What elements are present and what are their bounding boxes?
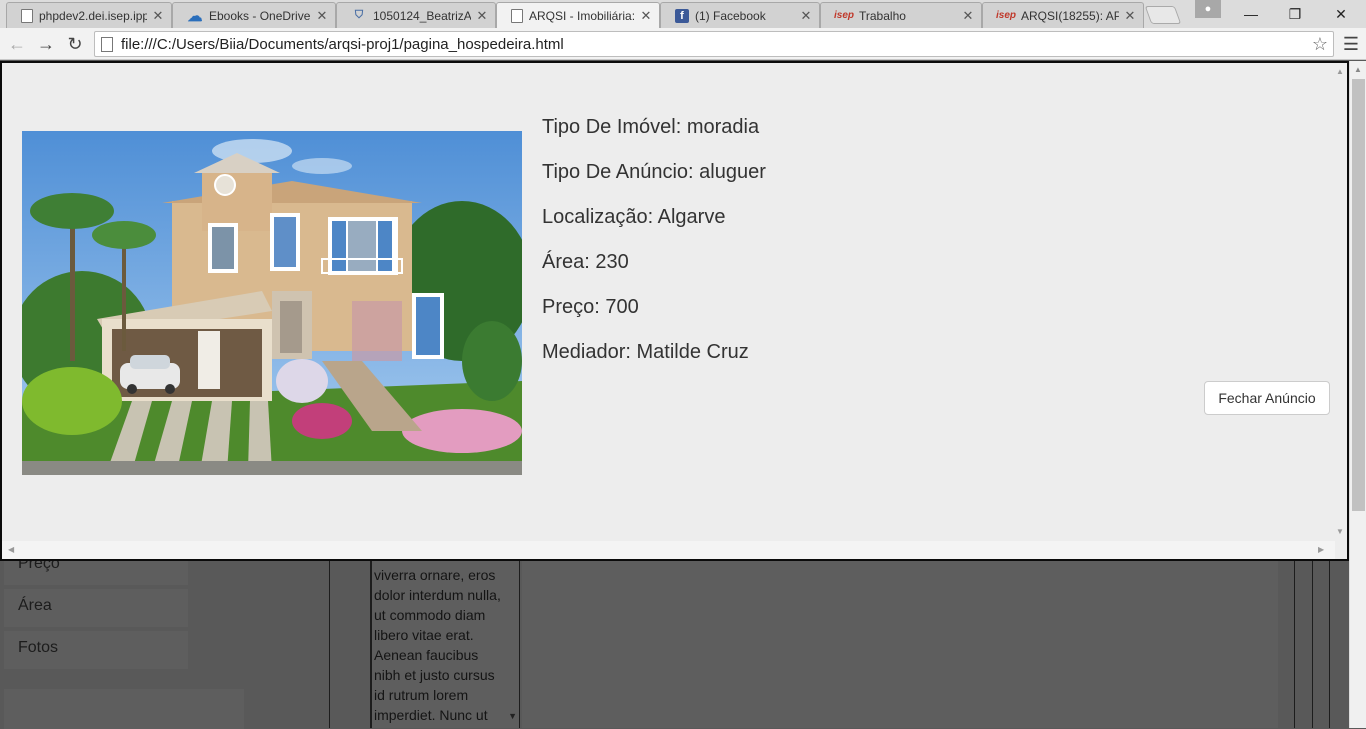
tab-onedrive[interactable]: ☁ Ebooks - OneDrive ✕ [172, 2, 336, 28]
minimize-icon[interactable]: — [1228, 0, 1274, 28]
close-listing-button[interactable]: Fechar Anúncio [1204, 381, 1330, 415]
detail-mediador: Mediador: Matilde Cruz [542, 341, 749, 363]
scroll-down-icon[interactable]: ▼ [508, 706, 517, 726]
reload-icon[interactable]: ↻ [62, 31, 88, 57]
detail-tipo-imovel: Tipo De Imóvel: moradia [542, 116, 760, 138]
bookmark-star-icon[interactable]: ☆ [1307, 34, 1333, 55]
forward-icon[interactable]: → [33, 31, 59, 57]
tab-title: ARQSI - Imobiliária: [529, 8, 635, 23]
scrollbar-thumb[interactable] [1352, 79, 1365, 511]
scroll-right-icon[interactable]: ▶ [1318, 545, 1324, 554]
column-divider [329, 561, 330, 728]
page-icon [101, 36, 113, 52]
tab-facebook[interactable]: f (1) Facebook ✕ [660, 2, 820, 28]
document-icon [21, 8, 33, 23]
column-divider [1294, 561, 1295, 728]
house-photo [22, 131, 522, 475]
scroll-up-icon[interactable]: ▲ [1336, 67, 1344, 76]
facebook-icon: f [675, 8, 689, 23]
column-divider [1312, 561, 1313, 728]
tab-arqsi-imobiliaria[interactable]: ARQSI - Imobiliária: ✕ [496, 2, 660, 28]
scroll-up-icon[interactable]: ▲ [1354, 65, 1362, 74]
scroll-left-icon[interactable]: ◀ [8, 545, 14, 554]
close-tab-icon[interactable]: ✕ [151, 8, 165, 24]
close-tab-icon[interactable]: ✕ [475, 8, 489, 24]
close-tab-icon[interactable]: ✕ [315, 8, 329, 24]
close-window-icon[interactable]: ✕ [1318, 0, 1364, 28]
tab-title: (1) Facebook [695, 8, 766, 23]
tab-title: Trabalho [859, 8, 906, 23]
tab-title: phpdev2.dei.isep.ipp [39, 8, 147, 23]
new-tab-button[interactable] [1144, 6, 1182, 24]
tab-phpdev2[interactable]: phpdev2.dei.isep.ipp ✕ [6, 2, 172, 28]
listing-details: Tipo De Imóvel: moradia Tipo De Anúncio:… [542, 113, 766, 383]
close-tab-icon[interactable]: ✕ [1123, 8, 1137, 24]
close-tab-icon[interactable]: ✕ [799, 8, 813, 24]
menu-icon[interactable]: ☰ [1340, 32, 1362, 56]
browser-toolbar: ← → ↻ file:///C:/Users/Biia/Documents/ar… [0, 28, 1366, 60]
modal-vertical-scrollbar[interactable]: ▲ ▼ [1333, 63, 1347, 541]
sidebar-item-area[interactable]: Área [4, 589, 188, 627]
detail-localizacao: Localização: Algarve [542, 206, 726, 228]
profile-icon[interactable]: ● [1195, 0, 1221, 18]
close-tab-icon[interactable]: ✕ [639, 8, 653, 24]
address-bar[interactable]: file:///C:/Users/Biia/Documents/arqsi-pr… [94, 31, 1334, 57]
address-url[interactable]: file:///C:/Users/Biia/Documents/arqsi-pr… [121, 36, 1307, 53]
content-panel [522, 561, 1278, 728]
document-icon [511, 8, 523, 23]
close-tab-icon[interactable]: ✕ [961, 8, 975, 24]
isep-icon: isep [996, 10, 1017, 21]
tab-title: ARQSI(18255): API Ir [1021, 8, 1119, 23]
tab-beatriz[interactable]: ⛉ 1050124_BeatrizAma ✕ [336, 2, 496, 28]
column-divider [1329, 561, 1330, 728]
description-text: viverra ornare, eros dolor interdum null… [370, 561, 520, 728]
tab-trabalho[interactable]: isep Trabalho ✕ [820, 2, 982, 28]
cloud-icon: ☁ [187, 7, 203, 25]
sidebar-empty-block [4, 689, 244, 729]
detail-preco: Preço: 700 [542, 296, 639, 318]
restore-icon[interactable]: ❐ [1272, 0, 1318, 28]
shield-icon: ⛉ [354, 9, 364, 21]
detail-area: Área: 230 [542, 251, 629, 273]
tab-title: Ebooks - OneDrive [209, 8, 311, 23]
back-icon[interactable]: ← [4, 31, 30, 57]
description-paragraph: viverra ornare, eros dolor interdum null… [374, 567, 501, 723]
page-scrollbar[interactable]: ▲ [1349, 61, 1366, 728]
tab-arqsi-api[interactable]: isep ARQSI(18255): API Ir ✕ [982, 2, 1144, 28]
sidebar-item-fotos[interactable]: Fotos [4, 631, 188, 669]
detail-tipo-anuncio: Tipo De Anúncio: aluguer [542, 161, 766, 183]
scroll-down-icon[interactable]: ▼ [1336, 527, 1344, 536]
isep-icon: isep [834, 10, 855, 21]
tab-strip: phpdev2.dei.isep.ipp ✕ ☁ Ebooks - OneDri… [0, 0, 1366, 28]
modal-horizontal-scrollbar[interactable]: ◀ ▶ [2, 541, 1335, 559]
listing-modal: Tipo De Imóvel: moradia Tipo De Anúncio:… [0, 61, 1349, 561]
tab-title: 1050124_BeatrizAma [373, 8, 471, 23]
